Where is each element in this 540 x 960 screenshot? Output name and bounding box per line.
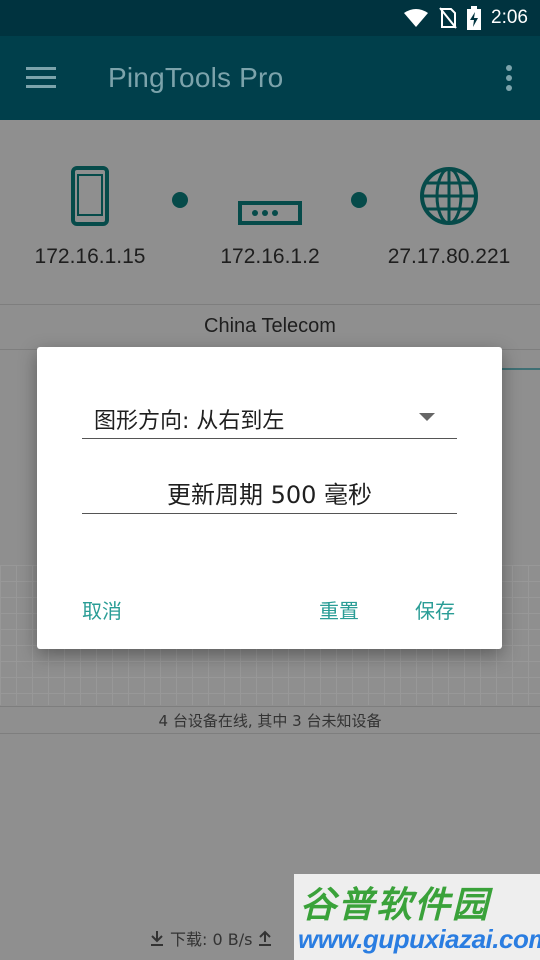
reset-button[interactable]: 重置: [319, 595, 359, 624]
route-node-remote[interactable]: 27.17.80.221: [349, 165, 540, 269]
route-panel: 172.16.1.15 172.16.1.2 27.17.80.221: [0, 120, 540, 305]
cancel-button[interactable]: 取消: [82, 595, 122, 624]
route-node-ip: 172.16.1.15: [34, 245, 146, 268]
traffic-readout: 下载: 0 B/s: [150, 926, 272, 950]
download-rate: 下载: 0 B/s: [170, 930, 253, 949]
status-time: 2:06: [491, 7, 528, 28]
graph-direction-value: 图形方向: 从右到左: [94, 409, 285, 434]
app-bar: PingTools Pro: [0, 36, 540, 120]
isp-label: China Telecom: [204, 315, 336, 337]
watermark: 谷普软件园 www.gupuxiazai.com: [294, 874, 540, 960]
menu-icon[interactable]: [26, 66, 58, 90]
dropdown-arrow-icon: [419, 413, 435, 421]
devices-summary[interactable]: 4 台设备在线, 其中 3 台未知设备: [0, 706, 540, 734]
status-icons: 2:06: [403, 6, 528, 30]
route-node-device[interactable]: 172.16.1.15: [0, 165, 190, 269]
wifi-icon: [404, 9, 429, 27]
upload-icon: [259, 930, 272, 946]
watermark-brand: 谷普软件园: [300, 885, 491, 926]
ping-graph-line: [500, 368, 540, 372]
graph-direction-select[interactable]: 图形方向: 从右到左: [82, 389, 457, 439]
no-sim-icon: [439, 7, 457, 29]
app-title: PingTools Pro: [108, 62, 284, 93]
save-button[interactable]: 保存: [415, 595, 455, 624]
download-icon: [151, 931, 163, 946]
graph-settings-dialog: 图形方向: 从右到左 更新周期 500 毫秒 取消 重置 保存: [37, 347, 502, 649]
route-node-ip: 172.16.1.2: [220, 245, 320, 268]
status-bar: 2:06: [0, 0, 540, 36]
more-vert-icon[interactable]: [504, 64, 514, 92]
route-node-gateway[interactable]: 172.16.1.2: [170, 165, 370, 269]
update-period-field[interactable]: 更新周期 500 毫秒: [82, 469, 457, 514]
route-node-ip: 27.17.80.221: [387, 245, 511, 268]
watermark-url: www.gupuxiazai.com: [298, 924, 540, 954]
globe-icon: [420, 167, 478, 225]
router-icon: [238, 201, 302, 225]
divider: [0, 304, 540, 305]
battery-charging-icon: [467, 6, 482, 30]
phone-icon: [71, 166, 109, 226]
